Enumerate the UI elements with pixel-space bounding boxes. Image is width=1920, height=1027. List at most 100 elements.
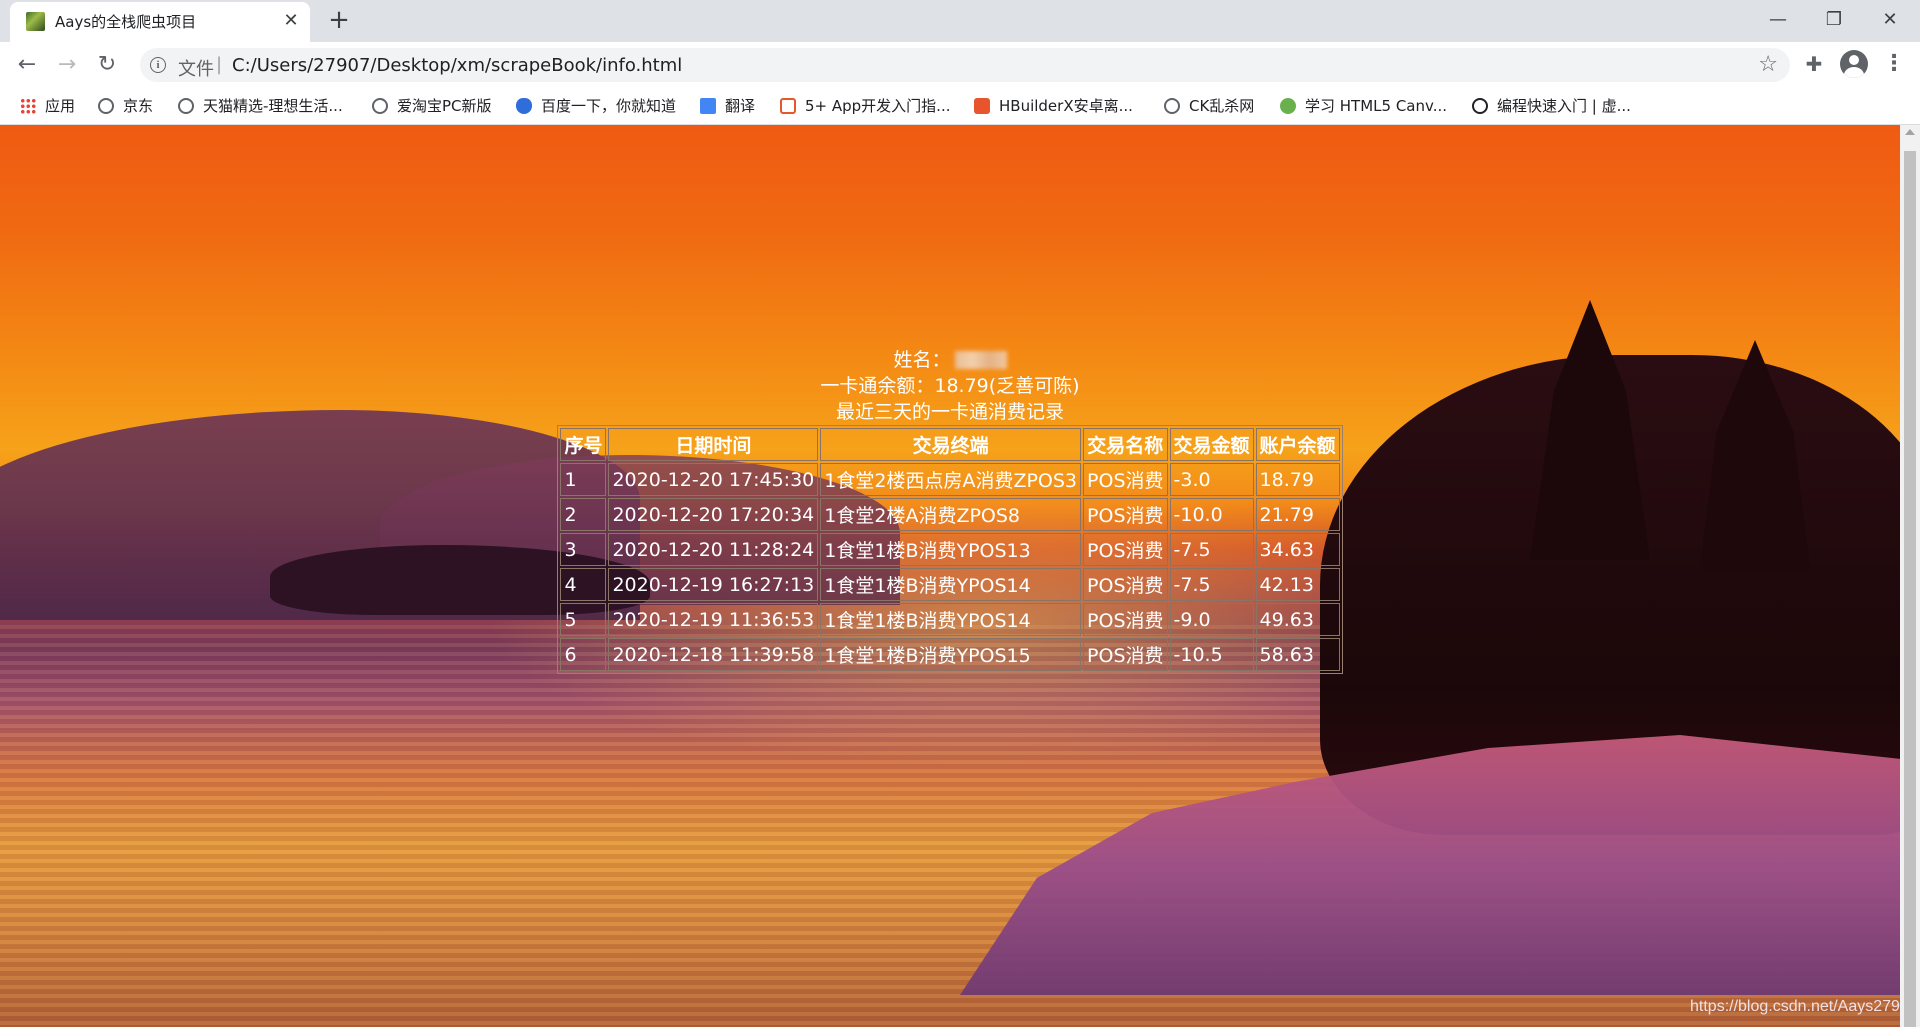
site-info-icon[interactable]: i (150, 57, 166, 73)
table-cell: POS消费 (1083, 533, 1168, 566)
unity-icon (1472, 98, 1488, 114)
records-title: 最近三天的一卡通消费记录 (835, 401, 1064, 423)
bookmark-item-apps[interactable]: 应用 (20, 94, 75, 118)
table-row: 2 2020-12-20 17:20:34 1食堂2楼A消费ZPOS8 POS消… (560, 498, 1340, 531)
transaction-table: 序号 日期时间 交易终端 交易名称 交易金额 账户余额 1 2020-12-20… (557, 425, 1343, 674)
back-button[interactable]: ← (12, 50, 42, 80)
column-header-datetime: 日期时间 (608, 428, 819, 461)
table-cell: 5 (560, 603, 607, 636)
table-cell: 1食堂1楼B消费YPOS14 (820, 568, 1082, 601)
table-cell: 2020-12-18 11:39:58 (608, 638, 819, 671)
table-cell: POS消费 (1083, 498, 1168, 531)
table-cell: 1食堂2楼A消费ZPOS8 (820, 498, 1082, 531)
column-header-amount: 交易金额 (1169, 428, 1254, 461)
scroll-up-arrow-icon[interactable] (1905, 129, 1915, 135)
bookmarks-bar: 应用 京东 天猫精选-理想生活... 爱淘宝PC新版 百度一下，你就知道 翻译 … (0, 88, 1920, 125)
table-cell: 21.79 (1255, 498, 1340, 531)
table-cell: -7.5 (1169, 533, 1254, 566)
name-label: 姓名： (893, 349, 951, 371)
site-favicon-icon (26, 12, 45, 31)
forward-button[interactable]: → (52, 50, 82, 80)
minimize-button[interactable]: — (1758, 6, 1798, 34)
table-cell: POS消费 (1083, 638, 1168, 671)
bookmark-item-hbuilderx[interactable]: HBuilderX安卓离... (974, 94, 1133, 118)
bookmark-star-icon[interactable]: ☆ (1758, 52, 1778, 77)
profile-avatar-icon[interactable] (1840, 50, 1868, 78)
balance-line: 一卡通余额：18.79(乏善可陈) (820, 375, 1080, 397)
table-row: 1 2020-12-20 17:45:30 1食堂2楼西点房A消费ZPOS3 P… (560, 463, 1340, 496)
redacted-name (954, 351, 1007, 369)
name-line: 姓名： (0, 347, 1900, 373)
globe-icon (1164, 98, 1180, 114)
bookmark-item-ck[interactable]: CK乱杀网 (1164, 94, 1254, 118)
globe-icon (98, 98, 114, 114)
address-url[interactable]: C:/Users/27907/Desktop/xm/scrapeBook/inf… (232, 55, 682, 76)
column-header-type: 交易名称 (1083, 428, 1168, 461)
table-cell: -9.0 (1169, 603, 1254, 636)
info-panel: 姓名： 一卡通余额：18.79(乏善可陈) 最近三天的一卡通消费记录 序号 日期… (0, 347, 1900, 674)
tab-strip: Aays的全栈爬虫项目 ✕ + — ❐ ✕ (0, 0, 1920, 42)
csdn-watermark: https://blog.csdn.net/Aays279 (1690, 998, 1900, 1015)
bookmark-item-jd[interactable]: 京东 (98, 94, 153, 118)
table-cell: 2020-12-20 17:45:30 (608, 463, 819, 496)
tab-title: Aays的全栈爬虫项目 (55, 13, 197, 31)
table-row: 3 2020-12-20 11:28:24 1食堂1楼B消费YPOS13 POS… (560, 533, 1340, 566)
table-cell: 58.63 (1255, 638, 1340, 671)
page-viewport: 姓名： 一卡通余额：18.79(乏善可陈) 最近三天的一卡通消费记录 序号 日期… (0, 125, 1900, 1027)
table-cell: POS消费 (1083, 463, 1168, 496)
column-header-terminal: 交易终端 (820, 428, 1082, 461)
active-tab[interactable]: Aays的全栈爬虫项目 ✕ (10, 2, 310, 42)
table-cell: 2020-12-19 11:36:53 (608, 603, 819, 636)
new-tab-button[interactable]: + (325, 6, 353, 34)
apps-grid-icon (20, 98, 36, 114)
scroll-thumb[interactable] (1904, 151, 1916, 1027)
browser-toolbar: ← → ↻ i 文件 | C:/Users/27907/Desktop/xm/s… (0, 42, 1920, 88)
table-cell: 1食堂1楼B消费YPOS13 (820, 533, 1082, 566)
table-cell: POS消费 (1083, 603, 1168, 636)
restore-button[interactable]: ❐ (1814, 6, 1854, 34)
table-cell: 34.63 (1255, 533, 1340, 566)
vertical-scrollbar[interactable] (1900, 125, 1920, 1027)
table-cell: 42.13 (1255, 568, 1340, 601)
table-cell: 2020-12-19 16:27:13 (608, 568, 819, 601)
extensions-puzzle-icon[interactable]: ✚ (1800, 50, 1828, 78)
table-cell: 6 (560, 638, 607, 671)
baidu-paw-icon (516, 98, 532, 114)
dcloud-icon (780, 98, 796, 114)
table-cell: 2 (560, 498, 607, 531)
browser-menu-icon[interactable]: ⋮ (1880, 50, 1908, 78)
bookmark-item-tmall[interactable]: 天猫精选-理想生活... (178, 94, 343, 118)
table-row: 5 2020-12-19 11:36:53 1食堂1楼B消费YPOS14 POS… (560, 603, 1340, 636)
html5-icon (1280, 98, 1296, 114)
bookmark-item-programming[interactable]: 编程快速入门 | 虚... (1472, 94, 1631, 118)
table-cell: -10.0 (1169, 498, 1254, 531)
bookmark-item-5plus[interactable]: 5+ App开发入门指... (780, 94, 951, 118)
globe-icon (372, 98, 388, 114)
close-window-button[interactable]: ✕ (1870, 6, 1910, 34)
table-cell: 2020-12-20 11:28:24 (608, 533, 819, 566)
table-row: 6 2020-12-18 11:39:58 1食堂1楼B消费YPOS15 POS… (560, 638, 1340, 671)
table-cell: 1食堂1楼B消费YPOS15 (820, 638, 1082, 671)
table-header-row: 序号 日期时间 交易终端 交易名称 交易金额 账户余额 (560, 428, 1340, 461)
table-row: 4 2020-12-19 16:27:13 1食堂1楼B消费YPOS14 POS… (560, 568, 1340, 601)
bookmark-item-baidu[interactable]: 百度一下，你就知道 (516, 94, 676, 118)
column-header-index: 序号 (560, 428, 607, 461)
bookmark-item-translate[interactable]: 翻译 (700, 94, 755, 118)
table-cell: 1食堂1楼B消费YPOS14 (820, 603, 1082, 636)
globe-icon (178, 98, 194, 114)
column-header-balance: 账户余额 (1255, 428, 1340, 461)
address-bar[interactable]: i 文件 | C:/Users/27907/Desktop/xm/scrapeB… (140, 48, 1790, 82)
table-cell: POS消费 (1083, 568, 1168, 601)
address-separator: | (216, 54, 223, 75)
tab-close-icon[interactable]: ✕ (280, 10, 302, 32)
bookmark-item-aitaobao[interactable]: 爱淘宝PC新版 (372, 94, 492, 118)
table-cell: 3 (560, 533, 607, 566)
table-cell: -3.0 (1169, 463, 1254, 496)
table-cell: 49.63 (1255, 603, 1340, 636)
reload-button[interactable]: ↻ (92, 50, 122, 80)
table-cell: 1食堂2楼西点房A消费ZPOS3 (820, 463, 1082, 496)
translate-icon (700, 98, 716, 114)
table-cell: -10.5 (1169, 638, 1254, 671)
table-cell: 18.79 (1255, 463, 1340, 496)
bookmark-item-html5-canvas[interactable]: 学习 HTML5 Canv... (1280, 94, 1447, 118)
